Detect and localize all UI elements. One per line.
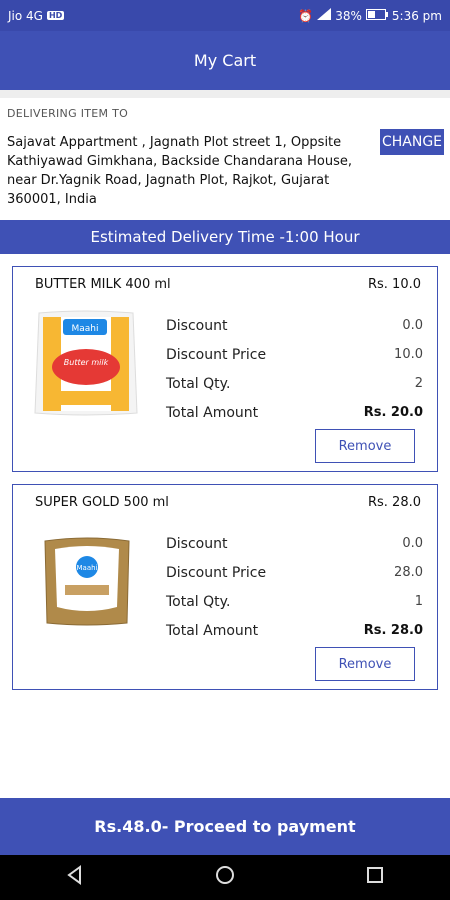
proceed-label: Rs.48.0- Proceed to payment xyxy=(94,817,356,836)
cart-item-card: BUTTER MILK 400 ml Rs. 10.0 Maahi Butter… xyxy=(12,266,438,472)
item-price: Rs. 28.0 xyxy=(367,495,421,510)
signal-icon xyxy=(317,8,332,23)
delivering-to-label: DELIVERING ITEM TO xyxy=(7,107,129,120)
discount-row: Discount 0.0 xyxy=(166,311,423,340)
discount-price-label: Discount Price xyxy=(166,346,267,363)
carrier-label: Jio 4G xyxy=(8,8,43,23)
hd-badge: HD xyxy=(46,11,65,20)
divider xyxy=(0,90,450,98)
change-address-button[interactable]: CHANGE xyxy=(380,129,444,155)
back-icon[interactable] xyxy=(65,864,85,891)
discount-price-row: Discount Price 28.0 xyxy=(166,558,423,587)
discount-label: Discount xyxy=(166,535,228,552)
status-bar: Jio 4G HD ⏰ 38% 5:36 pm xyxy=(0,0,450,31)
discount-value: 0.0 xyxy=(402,318,423,333)
total-qty-row: Total Qty. 2 xyxy=(166,369,423,398)
total-amount-value: Rs. 28.0 xyxy=(363,623,423,638)
recents-icon[interactable] xyxy=(365,865,385,891)
pack-product-text: Butter milk xyxy=(64,358,109,367)
pack-brand-text: Maahi xyxy=(72,324,99,334)
clock-time: 5:36 pm xyxy=(391,8,442,23)
discount-price-value: 28.0 xyxy=(394,565,423,580)
discount-price-label: Discount Price xyxy=(166,564,267,581)
total-qty-row: Total Qty. 1 xyxy=(166,587,423,616)
total-amount-row: Total Amount Rs. 28.0 xyxy=(166,616,423,645)
remove-button[interactable]: Remove xyxy=(315,647,415,681)
discount-row: Discount 0.0 xyxy=(166,529,423,558)
discount-price-row: Discount Price 10.0 xyxy=(166,340,423,369)
battery-percent: 38% xyxy=(335,8,362,23)
proceed-to-payment-button[interactable]: Rs.48.0- Proceed to payment xyxy=(0,798,450,855)
estimated-delivery-banner: Estimated Delivery Time -1:00 Hour xyxy=(0,220,450,254)
delivery-address: Sajavat Appartment , Jagnath Plot street… xyxy=(7,135,352,207)
total-qty-value: 1 xyxy=(414,594,423,609)
pack-brand-text: Maahi xyxy=(77,564,98,572)
discount-label: Discount xyxy=(166,317,228,334)
total-amount-value: Rs. 20.0 xyxy=(363,405,423,420)
total-qty-label: Total Qty. xyxy=(166,375,231,392)
super-gold-pack-image: Maahi xyxy=(41,535,133,631)
estimated-delivery-text: Estimated Delivery Time -1:00 Hour xyxy=(90,228,360,246)
app-bar: My Cart xyxy=(0,31,450,90)
total-amount-label: Total Amount xyxy=(166,404,259,421)
alarm-icon: ⏰ xyxy=(298,8,314,23)
home-icon[interactable] xyxy=(214,864,236,892)
item-price: Rs. 10.0 xyxy=(367,277,421,292)
total-amount-label: Total Amount xyxy=(166,622,259,639)
buttermilk-pack-image: Maahi Butter milk xyxy=(33,309,139,421)
item-name: BUTTER MILK 400 ml xyxy=(35,277,171,292)
system-nav-bar xyxy=(0,855,450,900)
item-details: Discount 0.0 Discount Price 10.0 Total Q… xyxy=(166,311,423,427)
discount-price-value: 10.0 xyxy=(394,347,423,362)
discount-value: 0.0 xyxy=(402,536,423,551)
total-qty-value: 2 xyxy=(414,376,423,391)
total-amount-row: Total Amount Rs. 20.0 xyxy=(166,398,423,427)
item-details: Discount 0.0 Discount Price 28.0 Total Q… xyxy=(166,529,423,645)
remove-button[interactable]: Remove xyxy=(315,429,415,463)
item-name: SUPER GOLD 500 ml xyxy=(35,495,169,510)
cart-item-card: SUPER GOLD 500 ml Rs. 28.0 Maahi Discoun… xyxy=(12,484,438,690)
battery-icon xyxy=(365,8,388,23)
page-title: My Cart xyxy=(193,51,257,70)
total-qty-label: Total Qty. xyxy=(166,593,231,610)
